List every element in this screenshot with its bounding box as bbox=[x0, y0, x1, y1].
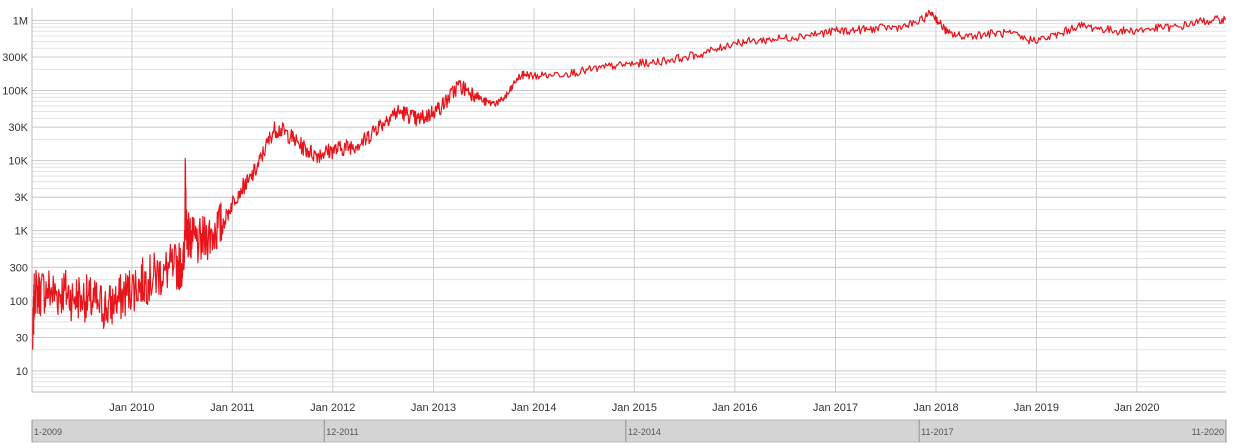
x-tick-label: Jan 2018 bbox=[913, 402, 958, 414]
x-tick-label: Jan 2013 bbox=[411, 402, 456, 414]
y-tick-label: 100 bbox=[10, 296, 28, 308]
y-tick-label: 10 bbox=[16, 366, 28, 378]
navigator-label: 12-2011 bbox=[326, 427, 358, 437]
range-navigator[interactable]: 1-2009 12-2011 12-2014 11-2017 11-2020 bbox=[31, 419, 1227, 443]
x-tick-label: Jan 2020 bbox=[1114, 402, 1159, 414]
x-axis-ticks: Jan 2010 Jan 2011 Jan 2012 Jan 2013 Jan 2014… bbox=[109, 402, 1159, 414]
y-tick-label: 30K bbox=[8, 122, 28, 134]
y-tick-label: 1K bbox=[15, 226, 29, 238]
navigator-label: 11-2020 bbox=[1192, 427, 1224, 437]
x-tick-label: Jan 2012 bbox=[310, 402, 355, 414]
grid bbox=[31, 8, 1226, 393]
x-tick-label: Jan 2016 bbox=[712, 402, 757, 414]
x-tick-label: Jan 2010 bbox=[109, 402, 154, 414]
x-tick-label: Jan 2019 bbox=[1014, 402, 1059, 414]
y-tick-label: 10K bbox=[8, 156, 28, 168]
navigator-label: 11-2017 bbox=[921, 427, 953, 437]
y-tick-label: 30 bbox=[16, 332, 28, 344]
x-tick-label: Jan 2014 bbox=[511, 402, 556, 414]
navigator-label: 1-2009 bbox=[34, 427, 62, 437]
series-line bbox=[32, 9, 1227, 350]
line-chart: 10301003001K3K10K30K100K300K1M Jan 2010 J… bbox=[2, 8, 1227, 443]
y-tick-label: 1M bbox=[13, 15, 28, 27]
series-layer bbox=[32, 9, 1227, 350]
y-tick-label: 100K bbox=[2, 85, 28, 97]
x-tick-label: Jan 2015 bbox=[612, 402, 657, 414]
x-tick-label: Jan 2017 bbox=[813, 402, 858, 414]
y-tick-label: 3K bbox=[15, 192, 29, 204]
y-tick-label: 300K bbox=[2, 52, 28, 64]
x-tick-label: Jan 2011 bbox=[210, 402, 254, 414]
y-tick-label: 300 bbox=[10, 262, 28, 274]
navigator-label: 12-2014 bbox=[628, 427, 661, 437]
y-axis-ticks: 10 30 100 300 1K 3K 10K 30K 100K 300K 1M bbox=[2, 15, 28, 378]
